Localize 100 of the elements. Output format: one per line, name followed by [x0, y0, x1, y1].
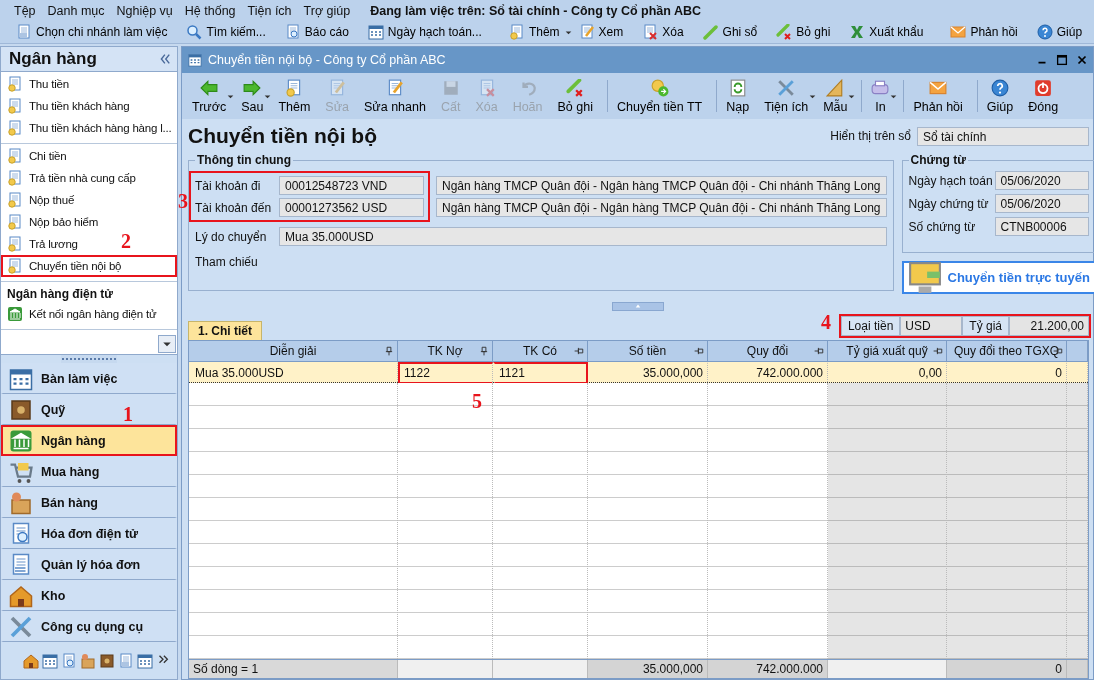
document-magnifier-icon[interactable]	[60, 652, 77, 669]
menu-item[interactable]: Trợ giúp	[303, 3, 351, 18]
maximize-icon[interactable]	[1055, 53, 1069, 67]
pin-icon[interactable]	[933, 346, 943, 356]
input-field[interactable]: CTNB00006	[994, 217, 1089, 236]
toolbar-button[interactable]: Nạp	[722, 78, 759, 114]
sidebar-item[interactable]: Thu tiền	[1, 73, 75, 95]
toolbar-button[interactable]: Phản hồi	[946, 24, 1031, 40]
column-header[interactable]: Quy đổi theo TGXQ	[947, 341, 1067, 362]
panel-title: Ngân hàng	[9, 49, 97, 69]
safe-icon[interactable]	[98, 652, 115, 669]
input-field[interactable]: 00001273562 USD	[279, 198, 424, 217]
input-field[interactable]: USD	[900, 316, 963, 336]
column-header[interactable]: Diễn giải	[189, 341, 398, 362]
window-title: Chuyển tiền nội bộ - Công ty Cổ phần ABC	[208, 53, 446, 67]
toolbar-button[interactable]: Giúp	[982, 78, 1023, 114]
sidebar-item[interactable]: Trả lương	[1, 233, 84, 255]
monitor-icon	[907, 260, 942, 295]
toolbar-button[interactable]: Chuyển tiền TT	[612, 78, 712, 114]
input-field[interactable]: 05/06/2020	[994, 171, 1089, 190]
sidebar-item[interactable]: Thu tiền khách hàng hàng l...	[1, 117, 177, 139]
sidebar-item[interactable]: Nộp bảo hiểm	[1, 211, 105, 233]
toolbar-button[interactable]: In	[867, 78, 899, 114]
close-icon[interactable]	[1075, 53, 1089, 67]
online-transfer-button[interactable]: Chuyển tiền trực tuyến	[901, 261, 1094, 294]
toolbar-button[interactable]: Sau	[237, 78, 273, 114]
sidebar-item[interactable]: Chi tiền	[1, 145, 73, 167]
toolbar-button[interactable]: Xóa	[638, 24, 697, 40]
toolbar-button[interactable]: Giúp	[1032, 24, 1094, 40]
scroll-down-button[interactable]	[158, 335, 176, 353]
menu-item[interactable]: Hệ thống	[184, 3, 236, 18]
toolbar-button[interactable]: Thêm	[504, 24, 573, 40]
document-icon	[7, 120, 23, 136]
annotation-number: 1	[123, 404, 133, 424]
toolbar-button[interactable]: Tìm kiếm...	[182, 24, 279, 40]
group-heading: Ngân hàng điện tử	[6, 286, 115, 303]
toolbar-button[interactable]: Đóng	[1024, 78, 1068, 114]
input-field[interactable]: Ngân hàng TMCP Quân đội - Ngân hàng TMCP Quân đội - Chi nhánh Thăng Long	[436, 198, 887, 217]
sidebar-item[interactable]: Kết nối ngân hàng điện tử	[1, 303, 163, 325]
menu-item[interactable]: Tệp	[14, 3, 36, 18]
column-header[interactable]: TK Có	[493, 341, 588, 362]
footer-cell: 742.000.000	[708, 660, 828, 678]
input-field[interactable]: Mua 35.000USD	[279, 227, 887, 246]
annotation-number: 2	[121, 231, 131, 251]
annotation-number: 3	[178, 191, 188, 211]
toolbar-button[interactable]: Báo cáo	[280, 24, 362, 40]
column-header[interactable]: Số tiền	[588, 341, 708, 362]
pin-icon[interactable]	[384, 346, 394, 356]
toolbar-button[interactable]: Xuất khẩu	[845, 24, 937, 40]
pin-icon[interactable]	[479, 346, 489, 356]
excel-icon	[849, 24, 866, 40]
toolbar-button[interactable]: Sửa nhanh	[360, 78, 435, 114]
house-icon[interactable]	[22, 652, 39, 669]
pencil-cross-icon	[566, 78, 585, 97]
calendar-icon[interactable]	[41, 652, 58, 669]
input-field[interactable]: 21.200,00	[1009, 316, 1089, 336]
table-row[interactable]: Mua 35.000USD 1122 1121 35.000,000 742.000.000 0,00 0	[189, 362, 1088, 383]
sidebar-item[interactable]: Trả tiền nhà cung cấp	[1, 167, 142, 189]
toolbar-button[interactable]: Bỏ ghi	[772, 24, 844, 40]
toolbar-button[interactable]: Bỏ ghi	[553, 78, 602, 114]
toolbar-button[interactable]: Trước	[188, 78, 236, 114]
arrow-right-icon	[243, 78, 262, 97]
tools-icon	[777, 78, 796, 97]
calendar-icon[interactable]	[136, 652, 153, 669]
input-field[interactable]: 00012548723 VND	[279, 176, 424, 195]
document-icon	[7, 258, 23, 274]
input-field[interactable]: Sổ tài chính	[917, 126, 1089, 146]
toolbar-button[interactable]: Xem	[574, 24, 637, 40]
pin-icon[interactable]	[574, 346, 584, 356]
splitter-handle[interactable]	[612, 301, 664, 311]
document-icon	[7, 192, 23, 208]
toolbar-button[interactable]: Phản hồi	[909, 78, 972, 114]
toolbar-button[interactable]: Ngày hạch toán...	[363, 24, 495, 40]
document-edit-icon	[578, 24, 595, 40]
ruler-icon	[826, 78, 845, 97]
toolbar-button[interactable]: Chọn chi nhánh làm việc	[12, 24, 181, 40]
toolbar-button[interactable]: Mẫu	[819, 78, 857, 114]
input-field[interactable]: 05/06/2020	[994, 194, 1089, 213]
tab[interactable]: 1. Chi tiết	[188, 321, 262, 340]
menu-item[interactable]: Tiện ích	[247, 3, 292, 18]
sidebar-item[interactable]: Thu tiền khách hàng	[1, 95, 136, 117]
pin-icon[interactable]	[694, 346, 704, 356]
column-header[interactable]: TK Nợ	[398, 341, 493, 362]
column-header[interactable]: Tỷ giá xuất quỹ	[828, 341, 947, 362]
toolbar-button[interactable]: Ghi sổ	[698, 24, 771, 40]
document-magnifier-icon	[284, 24, 301, 40]
field-label: Số chứng từ	[908, 219, 977, 234]
field-label: Ngày hạch toán	[908, 173, 994, 188]
resize-grip[interactable]	[61, 355, 117, 363]
input-field[interactable]: Ngân hàng TMCP Quân đội - Ngân hàng TMCP Quân đội - Chi nhánh Thăng Long	[436, 176, 887, 195]
column-header[interactable]: Quy đổi	[708, 341, 828, 362]
pin-icon[interactable]	[814, 346, 824, 356]
menu-item[interactable]: Danh mục	[47, 3, 105, 18]
toolbar-button[interactable]: Thêm	[274, 78, 320, 114]
toolbar-button[interactable]: Tiện ích	[760, 78, 818, 114]
document-icon	[7, 76, 23, 92]
module-item[interactable]: Ngân hàng	[1, 425, 177, 456]
menu-item[interactable]: Nghiệp vụ	[116, 3, 173, 18]
sidebar-item[interactable]: Nộp thuế	[1, 189, 81, 211]
group-title: Thông tin chung	[196, 153, 292, 167]
